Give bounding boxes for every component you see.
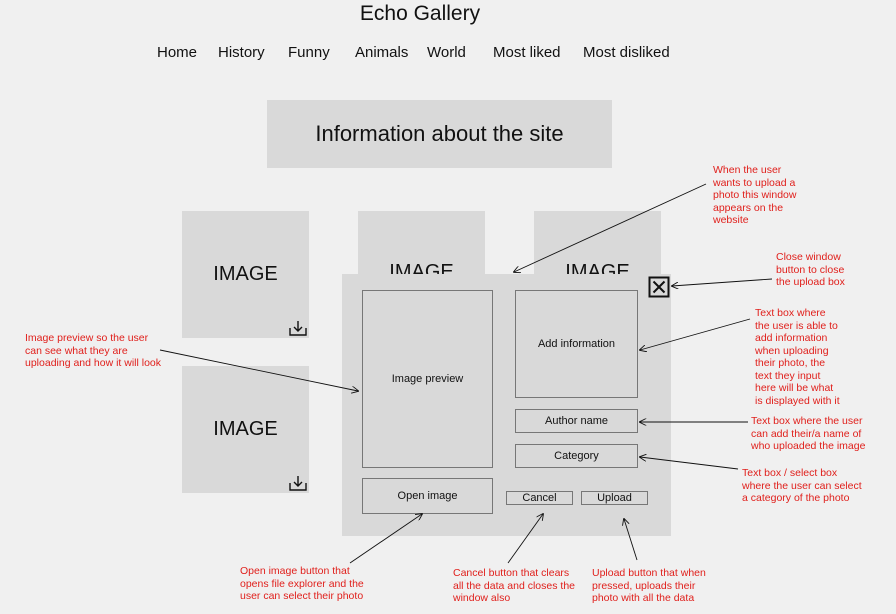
arrow-upload	[624, 519, 638, 561]
arrow-open-image	[349, 514, 422, 564]
arrow-cancel	[507, 514, 543, 564]
arrow-close	[672, 278, 773, 286]
annotation-arrows	[159, 183, 773, 564]
arrow-window	[514, 183, 707, 272]
arrow-preview	[159, 349, 358, 391]
arrow-category	[640, 457, 739, 470]
arrow-add-info	[640, 318, 751, 350]
